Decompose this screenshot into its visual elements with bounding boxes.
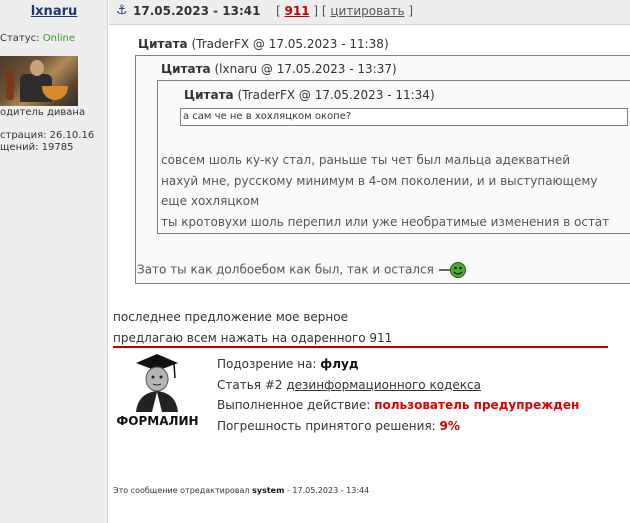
bracket: ] [ <box>309 4 331 18</box>
article-link[interactable]: дезинформационного кодекса <box>286 378 481 392</box>
quote-line: ты кротовухи шоль перепил или уже необра… <box>161 214 610 229</box>
quote-meta: (TraderFX @ 17.05.2023 - 11:38) <box>187 37 389 51</box>
quote-line: нахуй мне, русскому минимум в 4-ом покол… <box>161 173 598 188</box>
bracket: ] <box>404 4 414 18</box>
quote-inner-text: а сам че не в хохляцком окопе? <box>180 108 628 126</box>
quote-middle-text: совсем шоль ку-ку стал, раньше ты чет бы… <box>161 150 609 232</box>
status-label: Статус: <box>0 33 43 44</box>
edit-prefix: Это сообщение отредактировал <box>113 486 253 495</box>
author-rank: одитель дивана <box>0 107 86 118</box>
post-number-link[interactable]: 911 <box>285 4 310 18</box>
quote-outer-title: Цитата (TraderFX @ 17.05.2023 - 11:38) <box>138 37 389 51</box>
edit-date: - 17.05.2023 - 13:44 <box>284 486 370 495</box>
quote-outer-text: Зато ты как долбоебом как был, так и ост… <box>137 260 468 280</box>
action-row: Выполненное действие: пользователь преду… <box>217 395 579 416</box>
quote-line: совсем шоль ку-ку стал, раньше ты чет бы… <box>161 153 571 167</box>
quote-line: еще хохляцком <box>161 194 260 209</box>
author-column: lxnaru Статус: Online одитель дивана стр… <box>0 0 108 523</box>
suspicion-label: Подозрение на: <box>217 357 321 371</box>
quote-meta: (TraderFX @ 17.05.2023 - 11:34) <box>233 88 435 102</box>
quote-button[interactable]: цитировать <box>330 4 404 18</box>
post-date: 17.05.2023 - 13:41 <box>133 4 261 18</box>
author-registered: страция: 26.10.16 <box>0 130 95 141</box>
moderator-avatar <box>128 352 186 412</box>
forum-post: lxnaru Статус: Online одитель дивана стр… <box>0 0 630 523</box>
moderation-divider <box>113 346 608 348</box>
author-name-link[interactable]: lxnaru <box>0 4 108 19</box>
smiley-icon <box>438 262 466 278</box>
author-avatar[interactable] <box>0 56 78 106</box>
article-prefix: Статья #2 <box>217 377 287 392</box>
body-line: последнее предложение мое верное <box>113 310 348 324</box>
anchor-icon[interactable]: ⚓ <box>116 3 128 18</box>
quote-inner-title: Цитата (TraderFX @ 17.05.2023 - 11:34) <box>184 88 435 102</box>
author-status: Статус: Online <box>0 33 75 44</box>
action-label: Выполненное действие: <box>217 398 375 413</box>
post-body: последнее предложение мое верное предлаг… <box>113 307 392 349</box>
error-row: Погрешность принятого решения: 9% <box>217 416 579 437</box>
quote-meta: (lxnaru @ 17.05.2023 - 13:37) <box>210 62 397 76</box>
quote-middle-title: Цитата (lxnaru @ 17.05.2023 - 13:37) <box>161 62 397 76</box>
author-post-count: щений: 19785 <box>0 142 74 153</box>
bracket: [ <box>276 4 285 18</box>
action-value: пользователь предупрежден <box>374 398 580 413</box>
article-row: Статья #2 дезинформационного кодекса <box>217 375 579 396</box>
moderation-info: Подозрение на: флуд Статья #2 дезинформа… <box>217 354 579 437</box>
post-actions: [ 911 ] [ цитировать ] <box>276 4 413 18</box>
quote-label: Цитата <box>184 88 234 102</box>
suspicion-row: Подозрение на: флуд <box>217 354 579 375</box>
suspicion-value: флуд <box>320 357 359 371</box>
edit-notice: Это сообщение отредактировал system - 17… <box>113 486 369 495</box>
error-label: Погрешность принятого решения: <box>217 419 440 434</box>
edit-user: system <box>252 486 285 495</box>
status-online: Online <box>42 33 75 44</box>
quote-label: Цитата <box>161 62 211 76</box>
post-header: ⚓ 17.05.2023 - 13:41 [ 911 ] [ цитироват… <box>109 0 630 25</box>
moderator-name: ФОРМАЛИН <box>116 414 199 428</box>
quote-line: Зато ты как долбоебом как был, так и ост… <box>137 262 434 277</box>
error-value: 9% <box>439 419 460 434</box>
quote-label: Цитата <box>138 37 188 51</box>
